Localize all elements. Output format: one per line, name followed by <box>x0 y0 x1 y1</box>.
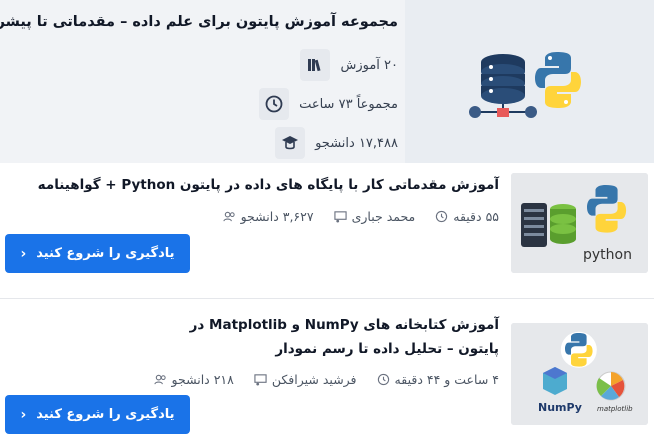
duration-text: مجموعاً ۷۳ ساعت <box>299 96 398 112</box>
duration-text: ۴ ساعت و ۴۴ دقیقه <box>394 372 499 387</box>
server-icon <box>521 203 547 247</box>
numpy-wordmark: NumPy <box>538 401 582 414</box>
matplotlib-logo-icon <box>596 371 626 401</box>
instructor-icon <box>254 374 267 386</box>
graduate-icon <box>275 127 306 159</box>
meta-students: ۲۱۸ دانشجو <box>153 372 234 387</box>
chevron-left-icon: ‹ <box>20 245 27 262</box>
course-meta: ۳,۶۲۷ دانشجو محمد جباری ۵۵ دقیقه <box>209 209 499 224</box>
python-wordmark: python <box>583 247 632 263</box>
database-icon <box>481 54 525 104</box>
meta-instructor: محمد جباری <box>333 209 416 224</box>
course-title[interactable]: آموزش مقدماتی کار با پایگاه های داده در … <box>38 173 499 197</box>
course-title[interactable]: آموزش کتابخانه های NumPy و Matplotlib در… <box>154 313 499 361</box>
meta-instructor: فرشید شیرافکن <box>254 372 357 387</box>
course-thumbnail[interactable]: NumPy matplotlib <box>511 323 648 425</box>
users-icon <box>222 211 235 222</box>
duration-text: ۵۵ دقیقه <box>453 209 499 224</box>
bundle-course-count: ۲۰ آموزش <box>300 49 398 81</box>
bundle-card[interactable]: مجموعه آموزش پایتون برای علم داده – مقدم… <box>0 0 654 163</box>
course-meta: ۲۱۸ دانشجو فرشید شیرافکن ۴ ساعت و ۴۴ دقی… <box>140 372 499 387</box>
users-icon <box>153 374 166 385</box>
course-thumbnail[interactable]: python <box>511 173 648 273</box>
students-count: ۳,۶۲۷ دانشجو <box>240 209 314 224</box>
database-icon <box>550 204 576 244</box>
python-logo-icon <box>560 331 597 368</box>
clock-icon <box>377 373 389 386</box>
bundle-students: ۱۷,۴۸۸ دانشجو <box>275 127 398 159</box>
chevron-left-icon: ‹ <box>20 406 27 423</box>
meta-duration: ۴ ساعت و ۴۴ دقیقه <box>377 372 499 387</box>
start-learning-label: یادگیری را شروع کنید <box>36 407 175 422</box>
clock-icon <box>436 210 448 223</box>
bundle-duration: مجموعاً ۷۳ ساعت <box>259 88 398 120</box>
course-card[interactable]: NumPy matplotlib آموزش کتابخانه های NumP… <box>0 299 654 439</box>
books-icon <box>300 49 331 81</box>
meta-duration: ۵۵ دقیقه <box>435 209 499 224</box>
start-learning-button[interactable]: یادگیری را شروع کنید ‹ <box>5 234 190 273</box>
meta-students: ۳,۶۲۷ دانشجو <box>222 209 314 224</box>
instructor-name: فرشید شیرافکن <box>271 372 357 387</box>
start-learning-button[interactable]: یادگیری را شروع کنید ‹ <box>5 395 190 434</box>
students-count: ۲۱۸ دانشجو <box>171 372 234 387</box>
matplotlib-wordmark: matplotlib <box>597 405 633 413</box>
clock-icon <box>259 88 290 120</box>
course-card[interactable]: python آموزش مقدماتی کار با پایگاه های د… <box>0 163 654 290</box>
instructor-icon <box>333 211 347 223</box>
bundle-title[interactable]: مجموعه آموزش پایتون برای علم داده – مقدم… <box>0 14 398 30</box>
instructor-name: محمد جباری <box>351 209 416 224</box>
course-count-text: ۲۰ آموزش <box>340 57 398 73</box>
bundle-thumbnail[interactable] <box>405 0 654 163</box>
numpy-logo-icon <box>543 367 567 395</box>
students-text: ۱۷,۴۸۸ دانشجو <box>315 135 398 151</box>
start-learning-label: یادگیری را شروع کنید <box>36 246 175 261</box>
